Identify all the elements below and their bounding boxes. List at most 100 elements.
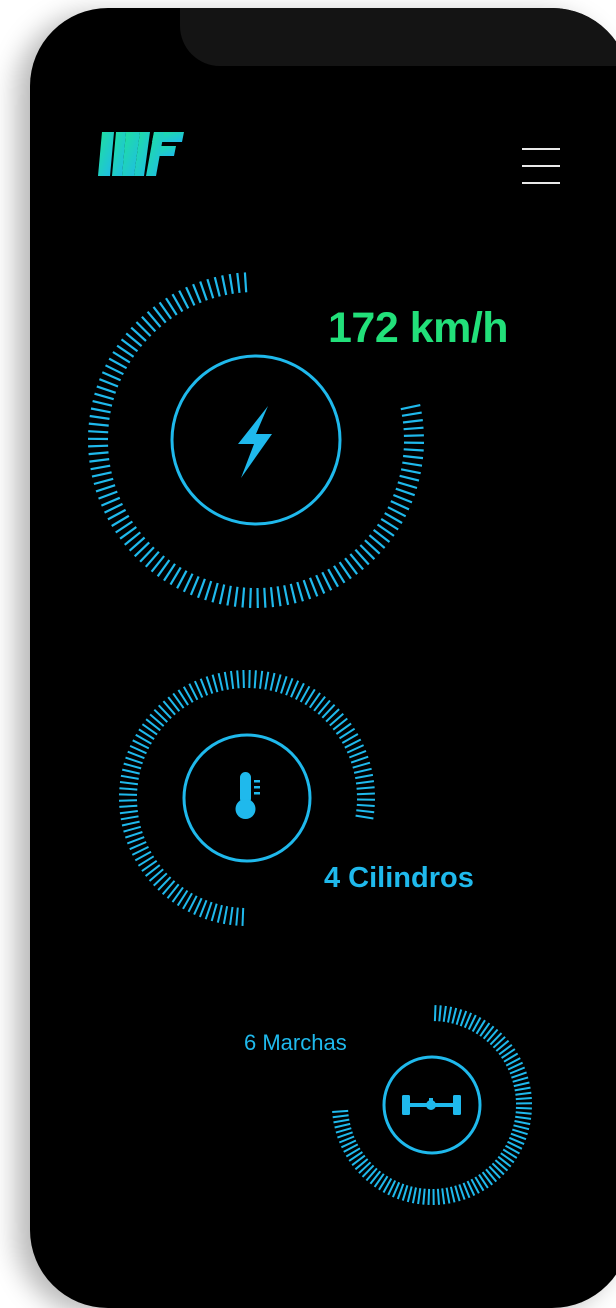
axle-icon [402, 1095, 461, 1115]
lightning-bolt-icon [238, 406, 272, 478]
speed-gauge-tick [230, 274, 233, 294]
gears-gauge-tick [337, 1132, 352, 1137]
speed-gauge-tick [401, 405, 421, 409]
cylinders-gauge-tick [219, 673, 223, 691]
speed-gauge-tick [177, 571, 186, 589]
speed-gauge-tick [193, 284, 201, 303]
speed-gauge-tick [243, 588, 245, 608]
cylinders-gauge-tick [255, 670, 256, 688]
gears-gauge-tick [413, 1188, 416, 1204]
gears-gauge-tick [451, 1187, 455, 1203]
speed-gauge-tick [92, 472, 112, 476]
speed-gauge-tick [220, 585, 224, 605]
speed-gauge-tick [108, 510, 126, 520]
cylinders-gauge-tick [206, 902, 212, 919]
cylinders-gauge-tick [119, 788, 137, 789]
speed-gauge-tick [404, 428, 424, 430]
gears-gauge-tick [516, 1112, 532, 1113]
gears-value: 6 Marchas [244, 1030, 347, 1056]
cylinders-gauge-tick [122, 822, 140, 826]
speed-gauge-tick [401, 469, 421, 473]
speed-gauge-tick [200, 282, 207, 301]
cylinders-gauge-tick [121, 816, 139, 819]
speed-gauge-tick [278, 586, 281, 606]
cylinders-value: 4 Cilindros [324, 862, 474, 895]
speed-gauge-tick [99, 379, 118, 386]
gauges [0, 0, 586, 1284]
speed-gauge-tick [99, 492, 118, 499]
cylinders-gauge-tick [119, 794, 137, 795]
gears-gauge-tick [444, 1006, 446, 1022]
cylinders-gauge-tick [230, 907, 232, 925]
gears-gauge-tick [512, 1130, 527, 1135]
speed-gauge-tick [191, 576, 199, 595]
cylinders-gauge-tick [265, 672, 268, 690]
cylinders-gauge-tick [357, 794, 375, 795]
speed-gauge-tick [316, 575, 324, 593]
cylinders-gauge-tick [225, 672, 228, 690]
cylinders-gauge-tick [349, 751, 366, 758]
speed-gauge-tick [106, 365, 124, 374]
cylinders-gauge-tick [127, 837, 144, 843]
gears-gauge-tick [516, 1108, 532, 1109]
gears-gauge-tick [513, 1077, 528, 1081]
speed-gauge-tick [297, 582, 303, 601]
cylinders-gauge-tick [286, 678, 292, 695]
speed-value: 172 km/h [328, 304, 508, 353]
speed-gauge-tick [404, 435, 424, 436]
speed-gauge-tick [91, 466, 111, 470]
gears-gauge-tick [418, 1188, 420, 1204]
gears-gauge-tick [332, 1111, 348, 1112]
cylinders-gauge-tick [271, 673, 275, 691]
speed-gauge-tick [105, 504, 123, 513]
gears-gauge-tick [459, 1184, 464, 1199]
speed-gauge-tick [94, 479, 113, 484]
speed-gauge-tick [402, 463, 422, 466]
cylinders-gauge-tick [260, 671, 262, 689]
speed-gauge-tick [391, 501, 409, 509]
cylinders-gauge-tick [119, 806, 137, 807]
speed-gauge-tick [179, 291, 188, 309]
speed-gauge-tick [102, 372, 120, 380]
speed-gauge-tick [403, 456, 423, 458]
speed-gauge-tick [388, 507, 406, 516]
cylinders-gauge-tick [120, 782, 138, 784]
gears-gauge [332, 1005, 532, 1205]
speed-gauge-tick [310, 578, 317, 597]
gears-gauge-tick [403, 1185, 408, 1200]
speed-gauge-tick [205, 581, 211, 600]
cylinders-gauge-tick [130, 842, 147, 849]
cylinders-gauge-tick [355, 775, 373, 778]
cylinders-gauge-tick [124, 764, 141, 769]
cylinders-gauge-tick [200, 900, 207, 917]
speed-gauge-tick [227, 586, 230, 606]
gears-gauge-tick [333, 1115, 349, 1117]
cylinders-gauge-tick [124, 827, 141, 832]
speed-gauge-tick [93, 401, 112, 406]
speed-gauge-tick [222, 275, 226, 295]
speed-gauge-tick [89, 424, 109, 426]
speed-gauge-tick [186, 287, 194, 305]
cylinders-gauge-tick [126, 758, 143, 764]
cylinders-gauge-tick [128, 752, 145, 759]
speed-gauge-tick [184, 574, 193, 592]
speed-gauge-tick [89, 459, 109, 462]
speed-gauge-tick [402, 413, 422, 416]
cylinders-gauge-tick [243, 908, 244, 926]
gears-gauge-tick [452, 1008, 456, 1024]
cylinders-gauge-tick [281, 676, 287, 693]
gears-gauge-tick [515, 1117, 531, 1119]
gears-gauge-tick [457, 1009, 462, 1024]
speed-gauge-tick [245, 272, 246, 292]
speed-gauge-tick [404, 449, 424, 450]
cylinders-gauge-tick [218, 905, 222, 923]
cylinders-gauge-tick [351, 757, 368, 763]
speed-gauge-tick [198, 579, 205, 598]
cylinders-gauge-tick [291, 681, 298, 698]
cylinders-gauge-tick [122, 770, 140, 774]
gears-gauge-tick [442, 1188, 444, 1204]
speed-gauge-tick [264, 588, 265, 608]
gears-gauge-tick [335, 1124, 351, 1128]
speed-gauge-tick [250, 588, 251, 608]
gears-gauge-tick [423, 1189, 424, 1205]
